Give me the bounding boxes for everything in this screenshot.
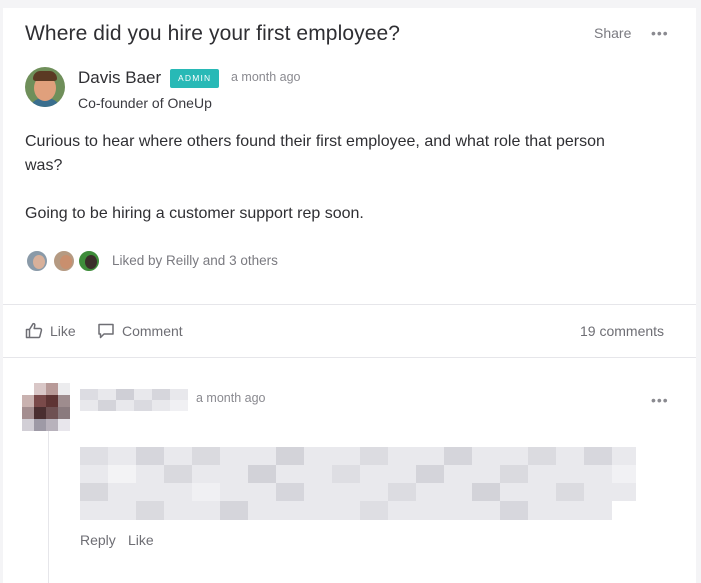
author-avatar[interactable] [25, 67, 65, 107]
liked-by-text[interactable]: Liked by Reilly and 3 others [112, 253, 278, 268]
divider [3, 304, 696, 305]
post-body-paragraph: Curious to hear where others found their… [25, 133, 605, 174]
post-title: Where did you hire your first employee? [25, 22, 401, 45]
share-button[interactable]: Share [594, 25, 631, 41]
like-label: Like [50, 322, 76, 339]
comment-timestamp: a month ago [196, 391, 266, 405]
thread-line [48, 428, 49, 583]
commenter-name-pixelated [80, 389, 188, 411]
reply-button[interactable]: Reply [80, 532, 116, 548]
avatar-hair [33, 71, 57, 81]
comment-label: Comment [122, 322, 183, 339]
thumbs-up-icon [25, 322, 43, 339]
like-button[interactable]: Like [25, 322, 76, 339]
author-role: Co-founder of OneUp [78, 95, 212, 111]
post-more-menu-icon[interactable]: ••• [651, 25, 669, 41]
author-name[interactable]: Davis Baer [78, 68, 161, 88]
comment-bubble-icon [98, 323, 114, 339]
liker-avatar [25, 249, 49, 273]
comment-button[interactable]: Comment [97, 322, 183, 339]
liker-avatar [77, 249, 101, 273]
comment-more-menu-icon[interactable]: ••• [651, 392, 669, 408]
commenter-avatar-pixelated [22, 383, 70, 431]
comment-like-button[interactable]: Like [128, 532, 154, 548]
post-body: Curious to hear where others found their… [25, 130, 645, 226]
comment-text-pixelated [80, 447, 636, 520]
comments-count[interactable]: 19 comments [580, 323, 664, 339]
divider [3, 357, 696, 358]
admin-badge: ADMIN [170, 69, 220, 88]
post-body-paragraph: Going to be hiring a customer support re… [25, 205, 364, 222]
liker-avatar [52, 249, 76, 273]
post-timestamp: a month ago [231, 70, 301, 84]
